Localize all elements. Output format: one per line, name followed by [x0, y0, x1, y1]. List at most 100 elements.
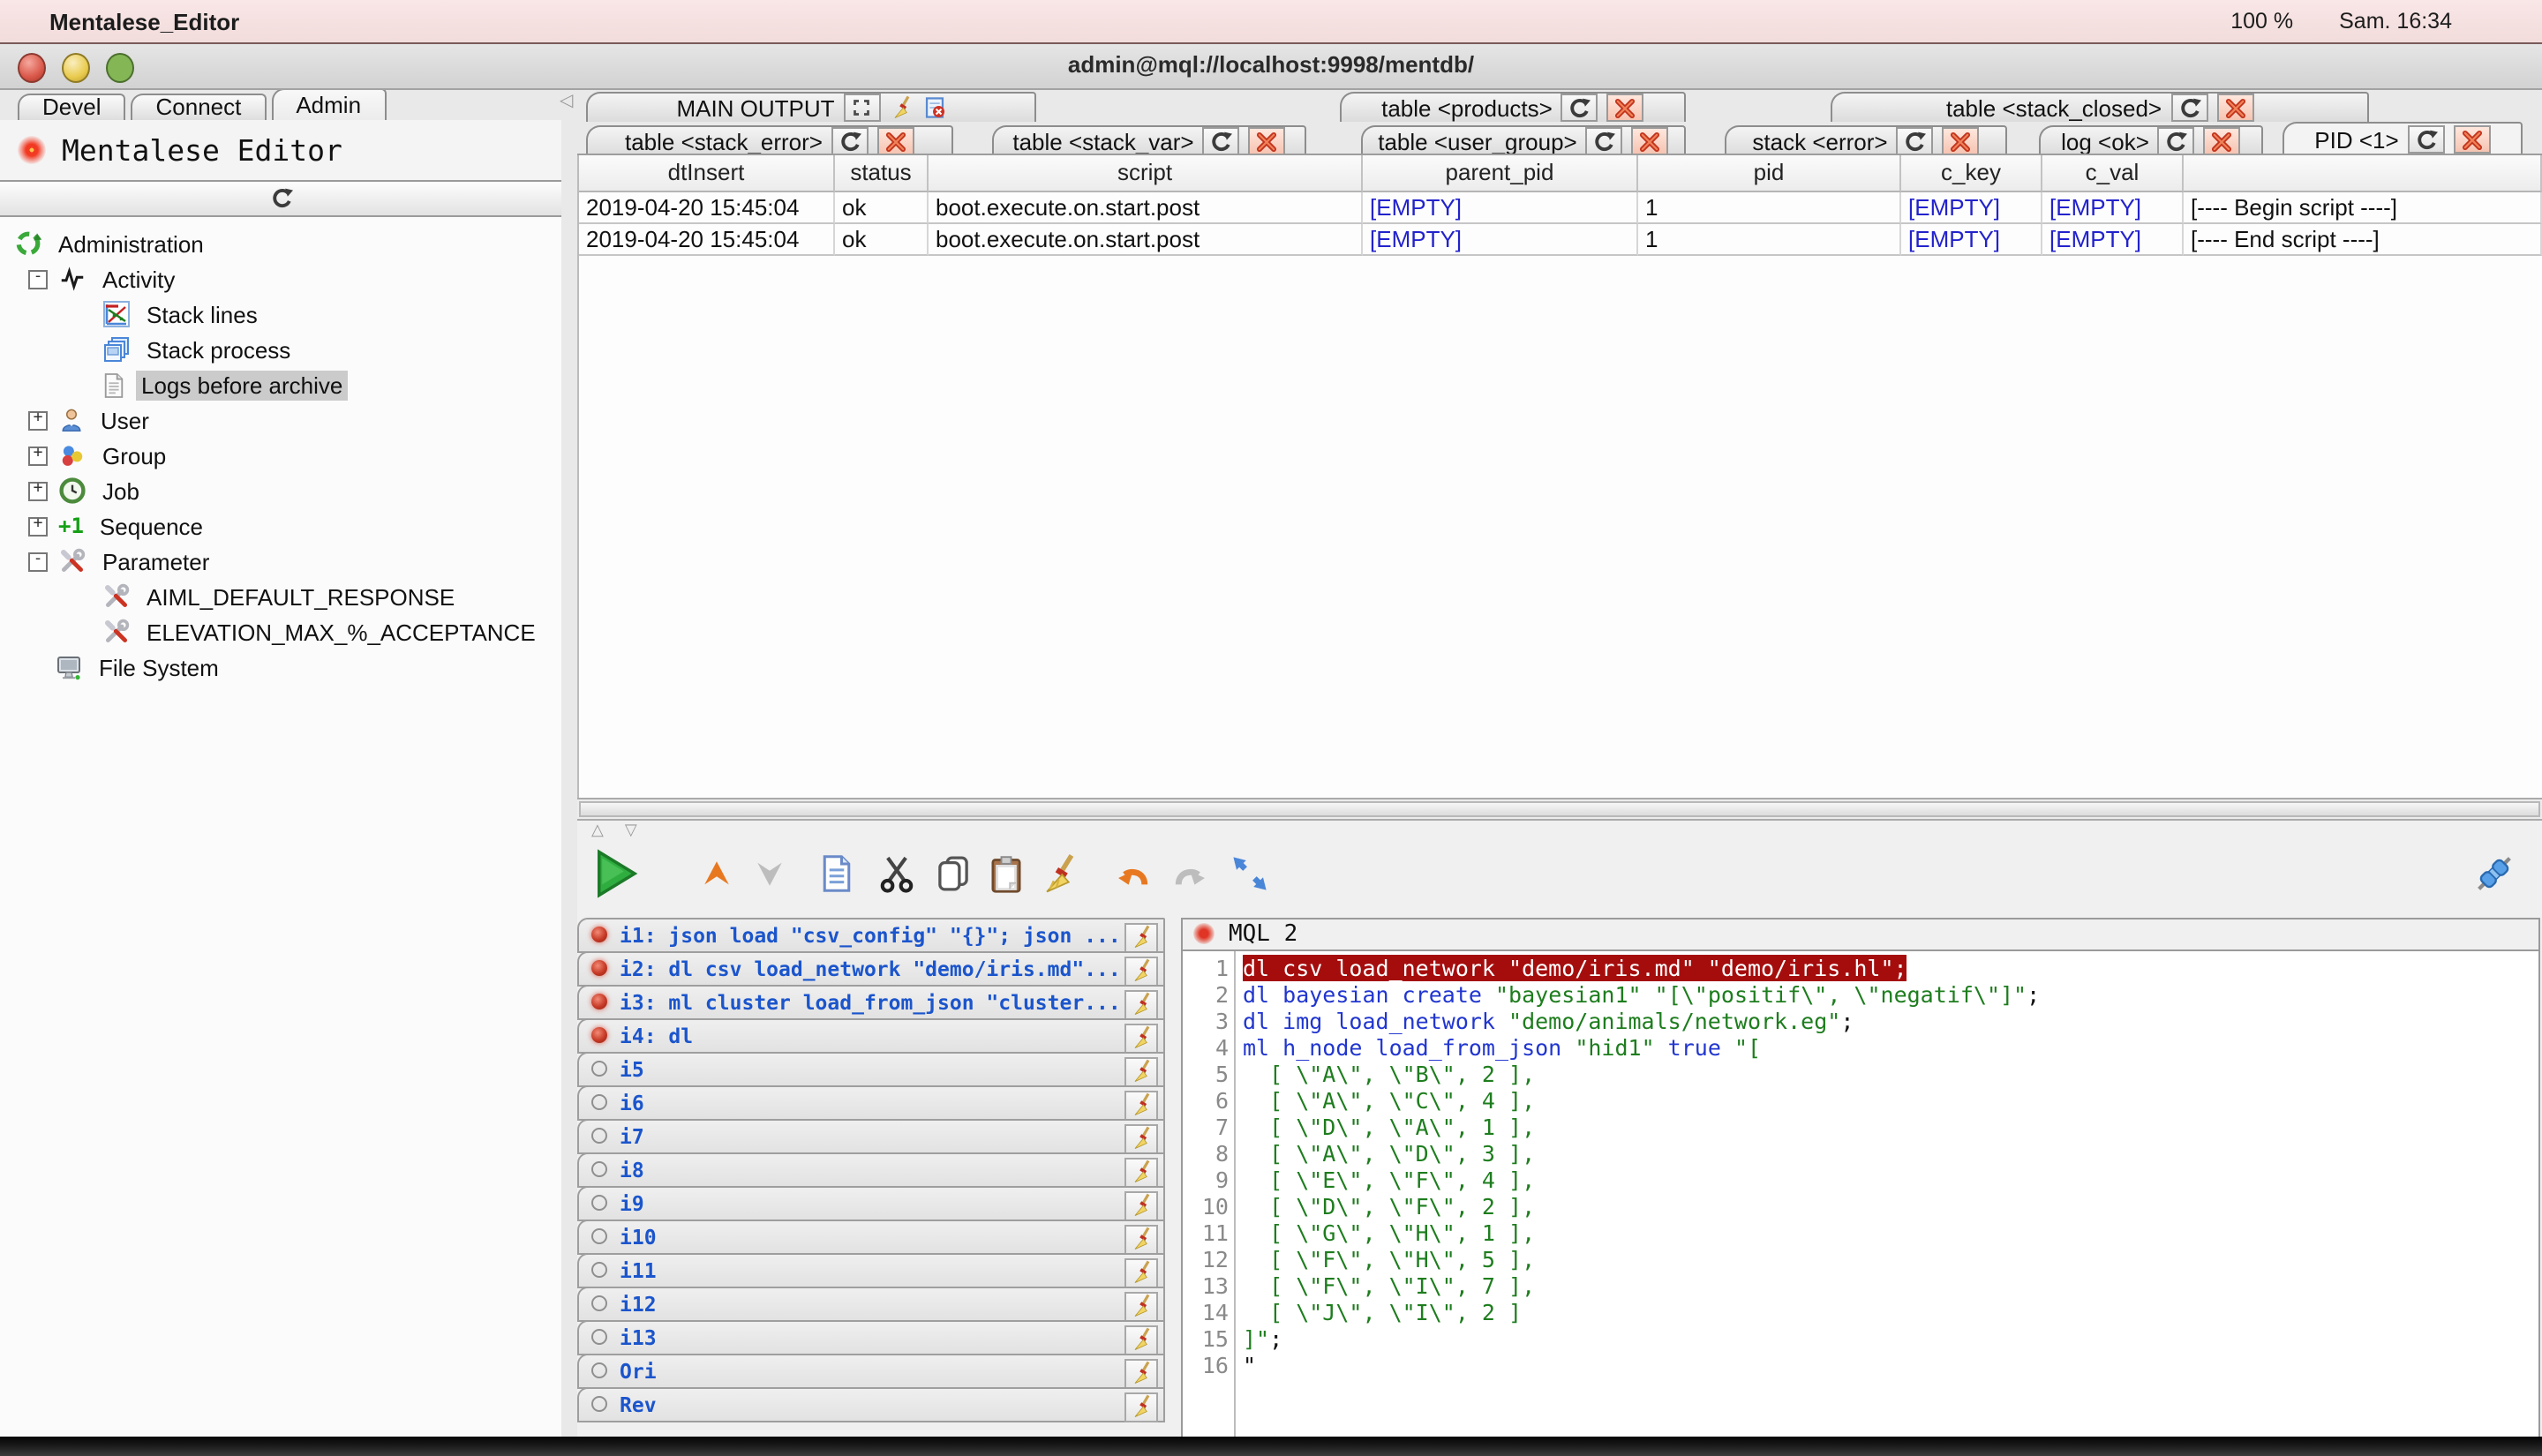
refresh-button[interactable]	[2170, 94, 2207, 122]
table-cell[interactable]: [---- End script ----]	[2184, 224, 2542, 256]
tree-item-job[interactable]: +Job	[0, 473, 561, 508]
expand-toggle-icon[interactable]: +	[28, 481, 48, 500]
clear-instruction-button[interactable]	[1124, 922, 1158, 952]
instruction-item-i1[interactable]: i1: json load "csv_config" "{}"; json ..…	[577, 917, 1165, 952]
clear-instruction-button[interactable]	[1124, 989, 1158, 1019]
column-header-c_val[interactable]: c_val	[2042, 155, 2184, 192]
output-tab-stack-error-[interactable]: stack <error>	[1725, 125, 2007, 155]
table-cell[interactable]: [EMPTY]	[1901, 192, 2042, 224]
refresh-button[interactable]	[1897, 127, 1934, 155]
refresh-button[interactable]	[2158, 127, 2195, 155]
clear-instruction-button[interactable]	[1124, 1056, 1158, 1086]
output-tab-table-user-group-[interactable]: table <user_group>	[1361, 125, 1686, 155]
refresh-button[interactable]	[1586, 127, 1623, 155]
table-cell[interactable]: boot.execute.on.start.post	[929, 224, 1363, 256]
refresh-button[interactable]	[1203, 127, 1240, 155]
tree-item-stack-lines[interactable]: Stack lines	[0, 296, 561, 332]
tree-item-parameter[interactable]: -Parameter	[0, 544, 561, 579]
close-tab-button[interactable]	[1607, 94, 1644, 122]
clear-instruction-button[interactable]	[1124, 1224, 1158, 1254]
instruction-item-ori[interactable]: Ori	[577, 1353, 1165, 1388]
code-area[interactable]: 12345678910111213141516 dl csv load_netw…	[1183, 950, 2538, 1454]
table-cell[interactable]: ok	[835, 192, 929, 224]
refresh-button[interactable]	[831, 127, 869, 155]
instruction-item-i2[interactable]: i2: dl csv load_network "demo/iris.md"..…	[577, 950, 1165, 986]
tree-item-aiml-default-response[interactable]: AIML_DEFAULT_RESPONSE	[0, 579, 561, 614]
table-cell[interactable]: 2019-04-20 15:45:04	[579, 192, 835, 224]
table-cell[interactable]: [EMPTY]	[1901, 224, 2042, 256]
minimize-window-button[interactable]	[62, 53, 90, 83]
output-tab-table-stack-closed-[interactable]: table <stack_closed>	[1831, 92, 2369, 122]
column-header-pid[interactable]: pid	[1638, 155, 1901, 192]
broom-icon[interactable]	[890, 95, 914, 120]
clear-instruction-button[interactable]	[1124, 1023, 1158, 1053]
move-down-button[interactable]	[750, 854, 789, 902]
instruction-item-i4[interactable]: i4: dl	[577, 1017, 1165, 1053]
table-cell[interactable]: [EMPTY]	[1363, 224, 1638, 256]
instruction-item-i10[interactable]: i10	[577, 1219, 1165, 1254]
column-header-parent_pid[interactable]: parent_pid	[1363, 155, 1638, 192]
output-tab-table-stack-error-[interactable]: table <stack_error>	[586, 125, 953, 155]
instruction-item-i7[interactable]: i7	[577, 1118, 1165, 1153]
table-cell[interactable]: boot.execute.on.start.post	[929, 192, 1363, 224]
tree-item-administration[interactable]: Administration	[0, 226, 561, 261]
clear-instruction-button[interactable]	[1124, 1257, 1158, 1287]
clear-instruction-button[interactable]	[1124, 956, 1158, 986]
table-cell[interactable]: [EMPTY]	[1363, 192, 1638, 224]
instruction-item-i13[interactable]: i13	[577, 1319, 1165, 1355]
collapse-down-icon[interactable]: ▽	[625, 821, 637, 840]
list-editor-splitter[interactable]	[1165, 915, 1181, 1456]
collapse-toggle-icon[interactable]: -	[28, 269, 48, 289]
refresh-button[interactable]	[1561, 94, 1598, 122]
clear-instruction-button[interactable]	[1124, 1157, 1158, 1187]
output-tab-pid-1-[interactable]: PID <1>	[2283, 122, 2523, 155]
tree-item-elevation-max-acceptance[interactable]: ELEVATION_MAX_%_ACCEPTANCE	[0, 614, 561, 649]
instruction-item-i3[interactable]: i3: ml cluster load_from_json "cluster..…	[577, 984, 1165, 1019]
output-tab-table-products-[interactable]: table <products>	[1340, 92, 1686, 122]
connection-button[interactable]	[2471, 851, 2517, 905]
column-header-c_key[interactable]: c_key	[1901, 155, 2042, 192]
expand-toggle-icon[interactable]: +	[28, 446, 48, 465]
clear-instruction-button[interactable]	[1124, 1392, 1158, 1422]
collapse-toggle-icon[interactable]: -	[28, 552, 48, 571]
move-up-button[interactable]	[697, 854, 736, 902]
column-header-status[interactable]: status	[835, 155, 929, 192]
tree-item-file-system[interactable]: File System	[0, 649, 561, 685]
tree-item-activity[interactable]: -Activity	[0, 261, 561, 296]
clear-instruction-button[interactable]	[1124, 1325, 1158, 1355]
instruction-item-i9[interactable]: i9	[577, 1185, 1165, 1220]
tree-item-stack-process[interactable]: Stack process	[0, 332, 561, 367]
table-cell[interactable]: 2019-04-20 15:45:04	[579, 224, 835, 256]
tab-devel[interactable]: Devel	[18, 94, 126, 120]
paste-button[interactable]	[987, 852, 1026, 904]
redo-button[interactable]	[1170, 854, 1211, 902]
tab-connect[interactable]: Connect	[132, 94, 267, 120]
output-tab-main-output[interactable]: MAIN OUTPUT	[586, 92, 1036, 122]
sidebar-splitter[interactable]	[561, 120, 577, 1456]
close-tab-button[interactable]	[2454, 125, 2491, 154]
tree-item-sequence[interactable]: ++1Sequence	[0, 508, 561, 544]
instruction-item-i12[interactable]: i12	[577, 1286, 1165, 1321]
table-cell[interactable]: ok	[835, 224, 929, 256]
clear-instruction-button[interactable]	[1124, 1090, 1158, 1120]
clean-button[interactable]	[1040, 852, 1080, 904]
clear-instruction-button[interactable]	[1124, 1358, 1158, 1388]
instruction-item-i8[interactable]: i8	[577, 1152, 1165, 1187]
menu-bar-clock[interactable]: Sam. 16:34	[2339, 9, 2452, 34]
table-cell[interactable]: 1	[1638, 192, 1901, 224]
refresh-button[interactable]	[2408, 125, 2445, 154]
column-header-message[interactable]	[2184, 155, 2542, 192]
zoom-window-button[interactable]	[106, 53, 134, 83]
tree-item-group[interactable]: +Group	[0, 438, 561, 473]
collapse-left-icon[interactable]: ◁	[560, 92, 573, 111]
close-window-button[interactable]	[18, 53, 46, 83]
table-cell[interactable]: [EMPTY]	[2042, 192, 2184, 224]
copy-button[interactable]	[934, 852, 973, 904]
close-tab-button[interactable]	[2216, 94, 2253, 122]
new-document-button[interactable]	[817, 852, 856, 904]
expand-toggle-icon[interactable]: +	[28, 410, 48, 430]
column-header-dtInsert[interactable]: dtInsert	[579, 155, 835, 192]
close-tab-button[interactable]	[1943, 127, 1980, 155]
undo-button[interactable]	[1112, 854, 1153, 902]
instruction-item-rev[interactable]: Rev	[577, 1386, 1165, 1422]
